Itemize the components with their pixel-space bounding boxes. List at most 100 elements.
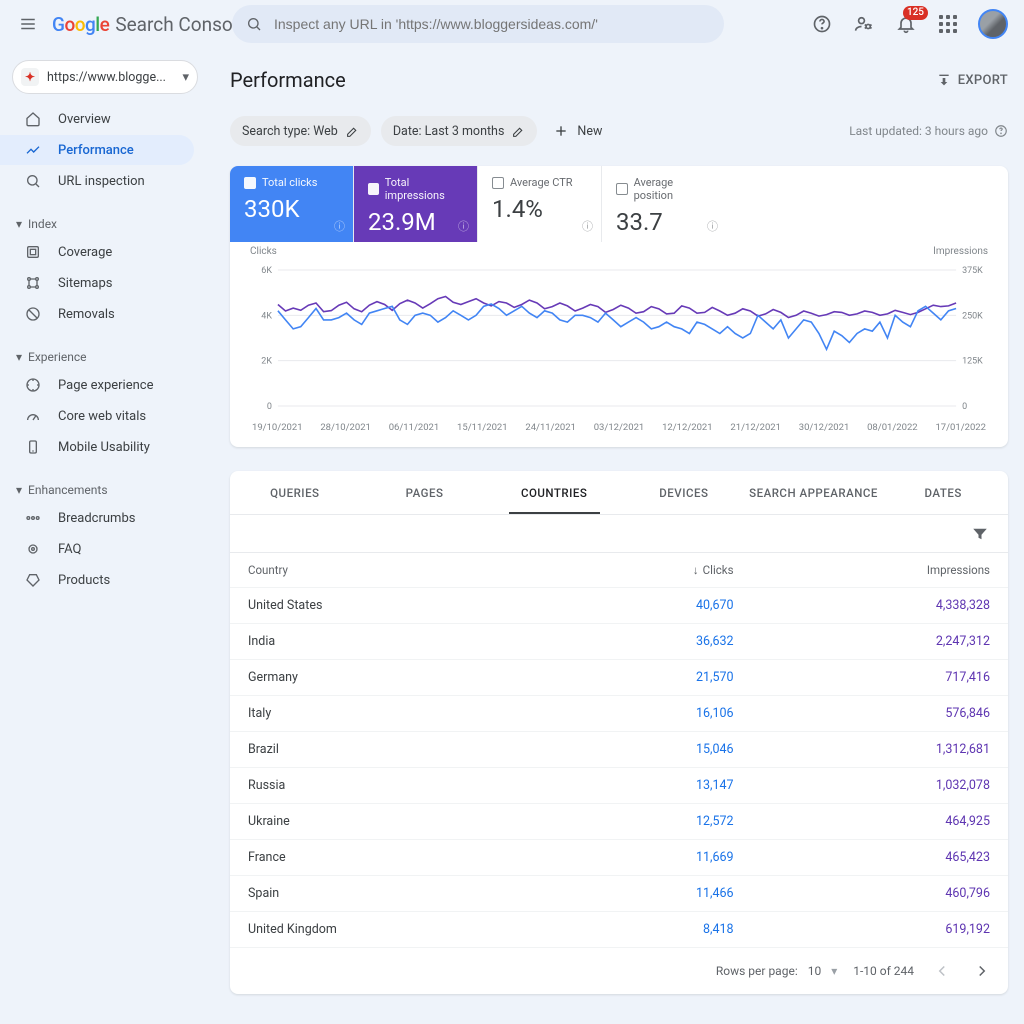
help-icon[interactable]: ⓘ (334, 218, 345, 234)
dimension-tabs: QUERIESPAGESCOUNTRIESDEVICESSEARCH APPEA… (230, 471, 1008, 515)
svg-text:0: 0 (962, 402, 967, 412)
nav-icon (22, 510, 44, 526)
sidebar-item-overview[interactable]: Overview (0, 104, 194, 134)
table-row[interactable]: Russia13,1471,032,078 (230, 768, 1008, 804)
sidebar-item-core-web-vitals[interactable]: Core web vitals (0, 401, 194, 431)
chip-date-range[interactable]: Date: Last 3 months (381, 116, 538, 146)
property-favicon: ✦ (21, 68, 39, 86)
notification-badge: 125 (903, 6, 928, 20)
metric-avg-ctr[interactable]: Average CTR 1.4% ⓘ (478, 166, 602, 242)
topbar: Google Search Console 125 (0, 0, 1024, 48)
metric-total-clicks[interactable]: ✓Total clicks 330K ⓘ (230, 166, 354, 242)
filter-row: Search type: Web Date: Last 3 months New… (230, 116, 1008, 146)
x-axis-ticks: 19/10/202128/10/202106/11/202115/11/2021… (250, 422, 988, 433)
table-row[interactable]: United Kingdom8,418619,192 (230, 912, 1008, 948)
sidebar-item-faq[interactable]: FAQ (0, 534, 194, 564)
sidebar-item-performance[interactable]: Performance (0, 135, 194, 165)
svg-text:2K: 2K (261, 357, 272, 367)
nav-icon (22, 306, 44, 322)
prev-page-button[interactable] (930, 959, 954, 983)
menu-icon[interactable] (16, 12, 40, 36)
account-avatar[interactable] (978, 9, 1008, 39)
nav-icon (22, 541, 44, 557)
svg-text:0: 0 (267, 402, 272, 412)
product-logo: Google Search Console (52, 13, 247, 36)
table-card: QUERIESPAGESCOUNTRIESDEVICESSEARCH APPEA… (230, 471, 1008, 994)
sidebar-group-index[interactable]: ▾Index (0, 212, 210, 236)
sidebar-item-products[interactable]: Products (0, 565, 194, 595)
tab-queries[interactable]: QUERIES (230, 471, 360, 514)
col-country[interactable]: Country (230, 553, 553, 588)
help-icon[interactable] (994, 124, 1008, 138)
countries-table: Country ↓Clicks Impressions United State… (230, 553, 1008, 948)
table-row[interactable]: Spain11,466460,796 (230, 876, 1008, 912)
nav-icon (22, 572, 44, 588)
sidebar: ✦ https://www.blogge... ▾ OverviewPerfor… (0, 48, 210, 1024)
nav-icon (22, 439, 44, 455)
chip-search-type[interactable]: Search type: Web (230, 116, 371, 146)
svg-text:250K: 250K (962, 311, 983, 321)
sidebar-group-experience[interactable]: ▾Experience (0, 345, 210, 369)
sidebar-item-breadcrumbs[interactable]: Breadcrumbs (0, 503, 194, 533)
table-row[interactable]: United States40,6704,338,328 (230, 588, 1008, 624)
url-inspect-input[interactable] (272, 15, 710, 33)
help-icon[interactable] (810, 12, 834, 36)
sidebar-group-enhancements[interactable]: ▾Enhancements (0, 478, 210, 502)
table-row[interactable]: Germany21,570717,416 (230, 660, 1008, 696)
next-page-button[interactable] (970, 959, 994, 983)
performance-card: ✓Total clicks 330K ⓘ ✓Total impressions … (230, 166, 1008, 447)
sidebar-item-url-inspection[interactable]: URL inspection (0, 166, 194, 196)
notifications-icon[interactable]: 125 (894, 12, 918, 36)
left-axis-label: Clicks (250, 246, 277, 257)
add-filter-button[interactable]: New (553, 123, 602, 139)
page-title: Performance (230, 68, 346, 92)
tab-dates[interactable]: DATES (878, 471, 1008, 514)
sidebar-item-sitemaps[interactable]: Sitemaps (0, 268, 194, 298)
filter-icon[interactable] (968, 522, 992, 546)
nav-icon (22, 408, 44, 424)
table-row[interactable]: Brazil15,0461,312,681 (230, 732, 1008, 768)
nav-icon (22, 173, 44, 189)
tab-search-appearance[interactable]: SEARCH APPEARANCE (749, 471, 879, 514)
edit-icon (346, 125, 359, 138)
table-row[interactable]: France11,669465,423 (230, 840, 1008, 876)
table-row[interactable]: Italy16,106576,846 (230, 696, 1008, 732)
nav-icon (22, 111, 44, 127)
nav-icon (22, 377, 44, 393)
help-icon[interactable]: ⓘ (582, 218, 593, 234)
col-clicks[interactable]: ↓Clicks (553, 553, 751, 588)
help-icon[interactable]: ⓘ (707, 218, 718, 234)
chevron-down-icon[interactable]: ▾ (831, 964, 837, 978)
user-management-icon[interactable] (852, 12, 876, 36)
metric-total-impressions[interactable]: ✓Total impressions 23.9M ⓘ (354, 166, 478, 242)
col-impressions[interactable]: Impressions (752, 553, 1008, 588)
edit-icon (512, 125, 525, 138)
property-name: https://www.blogge... (47, 70, 182, 85)
url-inspect-search[interactable] (232, 5, 724, 43)
sidebar-item-coverage[interactable]: Coverage (0, 237, 194, 267)
svg-text:6K: 6K (261, 266, 272, 276)
performance-chart: Clicks Impressions 6K375K4K250K2K125K00 … (230, 242, 1008, 447)
apps-icon[interactable] (936, 12, 960, 36)
chevron-down-icon: ▾ (16, 217, 22, 231)
sidebar-item-mobile-usability[interactable]: Mobile Usability (0, 432, 194, 462)
table-row[interactable]: Ukraine12,572464,925 (230, 804, 1008, 840)
sidebar-item-removals[interactable]: Removals (0, 299, 194, 329)
metric-avg-position[interactable]: Average position 33.7 ⓘ (602, 166, 726, 242)
export-button[interactable]: EXPORT (936, 72, 1008, 88)
svg-text:375K: 375K (962, 266, 983, 276)
nav-icon (22, 244, 44, 260)
table-row[interactable]: India36,6322,247,312 (230, 624, 1008, 660)
sidebar-item-page-experience[interactable]: Page experience (0, 370, 194, 400)
help-icon[interactable]: ⓘ (458, 218, 469, 234)
product-name: Search Console (115, 13, 247, 36)
rows-per-page-value[interactable]: 10 (808, 964, 822, 978)
right-axis-label: Impressions (933, 246, 988, 257)
property-selector[interactable]: ✦ https://www.blogge... ▾ (12, 60, 198, 94)
tab-countries[interactable]: COUNTRIES (489, 471, 619, 514)
chevron-down-icon: ▾ (182, 70, 189, 85)
svg-text:4K: 4K (261, 311, 272, 321)
tab-pages[interactable]: PAGES (360, 471, 490, 514)
tab-devices[interactable]: DEVICES (619, 471, 749, 514)
main-content: Performance EXPORT Search type: Web Date… (210, 48, 1024, 1024)
